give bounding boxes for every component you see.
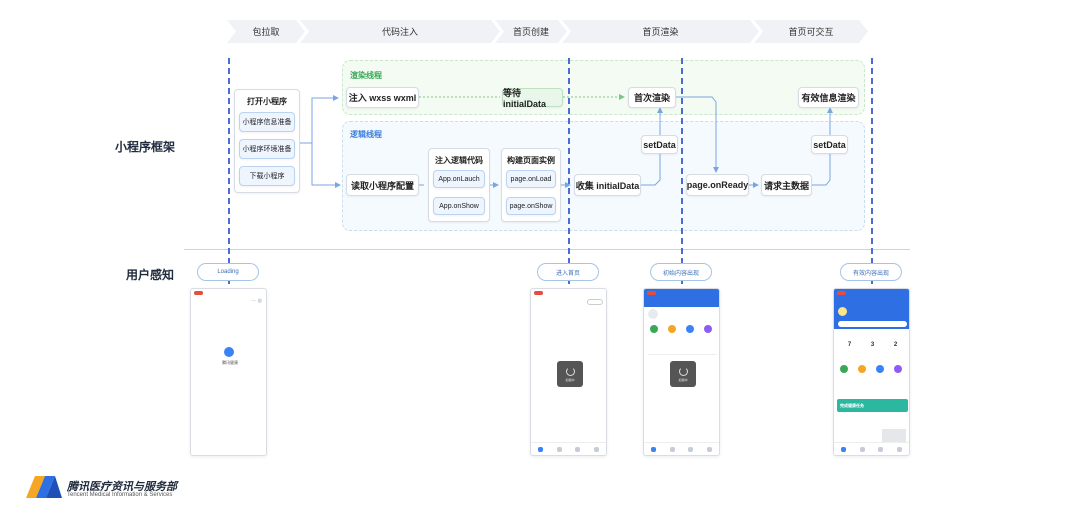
inject-logic-title: 注入逻辑代码 bbox=[435, 156, 483, 165]
tab-icon bbox=[688, 446, 694, 452]
brand-logo-icon bbox=[26, 476, 62, 498]
tab-icon bbox=[594, 446, 600, 452]
app-logo-icon bbox=[224, 347, 234, 357]
guide-line-loading bbox=[228, 58, 230, 284]
tab-bar bbox=[531, 442, 606, 455]
phone-enter-home: 加载中 bbox=[530, 288, 607, 456]
tab-bar bbox=[644, 442, 719, 455]
pill-initial-content: 初始内容出现 bbox=[650, 263, 712, 281]
grid-icon bbox=[650, 325, 658, 333]
phone-initial-content: 加载中 bbox=[643, 288, 720, 456]
spinner-icon bbox=[678, 366, 688, 376]
phone-valid-content: 7 3 2 完成健康任务 bbox=[833, 288, 910, 456]
loading-toast-text: 加载中 bbox=[565, 377, 575, 382]
boot-step-info: 小程序信息准备 bbox=[239, 112, 295, 132]
node-app-onlaunch: App.onLauch bbox=[433, 170, 485, 188]
grid-icon bbox=[840, 365, 848, 373]
avatar bbox=[838, 307, 847, 316]
status-indicator bbox=[534, 291, 543, 295]
status-indicator bbox=[837, 291, 846, 295]
loading-toast: 加载中 bbox=[670, 361, 696, 387]
tab-icon bbox=[878, 446, 884, 452]
grid-icon bbox=[858, 365, 866, 373]
shortcut-row bbox=[648, 339, 717, 355]
node-setdata-2: setData bbox=[811, 135, 848, 154]
guide-line-valid-content bbox=[871, 58, 873, 284]
node-first-render: 首次渲染 bbox=[628, 87, 676, 108]
grid-icon bbox=[876, 365, 884, 373]
build-page-title: 构建页面实例 bbox=[507, 156, 555, 165]
article-thumbnail bbox=[882, 429, 906, 443]
stat-value: 3 bbox=[870, 342, 875, 348]
node-wait-initialdata: 等待 initialData bbox=[502, 88, 563, 109]
avatar bbox=[648, 309, 658, 319]
tab-bar bbox=[834, 442, 909, 455]
node-valid-render: 有效信息渲染 bbox=[798, 87, 859, 108]
spinner-icon bbox=[565, 366, 575, 376]
brand-name-en: Tencent Medical Information & Services bbox=[67, 492, 173, 498]
boot-step-env: 小程序环境准备 bbox=[239, 139, 295, 159]
tab-icon bbox=[859, 446, 865, 452]
tab-icon bbox=[575, 446, 581, 452]
search-bar bbox=[838, 321, 907, 327]
node-page-onload: page.onLoad bbox=[506, 170, 556, 188]
tab-icon bbox=[537, 446, 543, 452]
status-indicator bbox=[194, 291, 203, 295]
tab-icon bbox=[707, 446, 713, 452]
node-read-config: 读取小程序配置 bbox=[346, 174, 419, 196]
tab-icon bbox=[897, 446, 903, 452]
guide-line-enter-home bbox=[568, 58, 570, 284]
status-indicator bbox=[647, 291, 656, 295]
grid-icon bbox=[894, 365, 902, 373]
grid-icon bbox=[704, 325, 712, 333]
tab-icon bbox=[556, 446, 562, 452]
boot-group-title: 打开小程序 bbox=[247, 97, 287, 106]
guide-line-initial-content bbox=[681, 58, 683, 284]
stats-card: 7 3 2 bbox=[838, 333, 907, 357]
capsule-button bbox=[587, 299, 603, 305]
stat-value: 7 bbox=[847, 342, 852, 348]
loading-toast-text: 加载中 bbox=[678, 377, 688, 382]
node-inject-wxss: 注入 wxss wxml bbox=[346, 87, 419, 108]
boot-step-download: 下载小程序 bbox=[239, 166, 295, 186]
grid-icon bbox=[686, 325, 694, 333]
loading-app-name: 腾讯健康 bbox=[222, 360, 238, 365]
promo-banner: 完成健康任务 bbox=[837, 399, 908, 412]
grid-icon bbox=[668, 325, 676, 333]
tab-icon bbox=[669, 446, 675, 452]
node-collect-initialdata: 收集 initialData bbox=[574, 174, 641, 196]
pill-enter-home: 进入首页 bbox=[537, 263, 599, 281]
node-setdata-1: setData bbox=[641, 135, 678, 154]
stat-value: 2 bbox=[893, 342, 898, 348]
node-page-onready: page.onReady bbox=[686, 174, 749, 196]
loading-toast: 加载中 bbox=[557, 361, 583, 387]
section-divider bbox=[184, 249, 910, 250]
tab-icon bbox=[840, 446, 846, 452]
more-icon: ⋯ ◎ bbox=[251, 298, 262, 304]
phone-loading: ⋯ ◎ 腾讯健康 bbox=[190, 288, 267, 456]
node-page-onshow: page.onShow bbox=[506, 197, 556, 215]
tab-icon bbox=[650, 446, 656, 452]
node-request-main-data: 请求主数据 bbox=[761, 174, 812, 196]
node-app-onshow: App.onShow bbox=[433, 197, 485, 215]
pill-loading: Loading bbox=[197, 263, 259, 281]
pill-valid-content: 有效内容出现 bbox=[840, 263, 902, 281]
